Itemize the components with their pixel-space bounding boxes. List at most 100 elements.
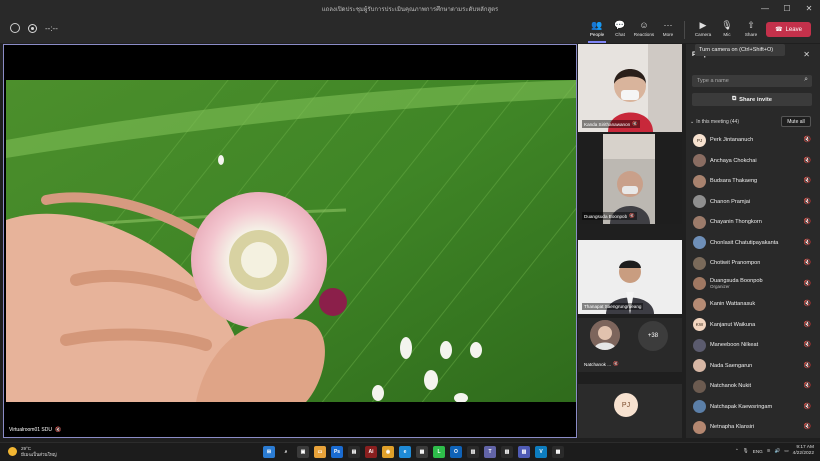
outlook-icon[interactable]: O (450, 446, 462, 458)
participant-row[interactable]: Duangsuda Boonpob Organizer 🔇 (686, 274, 820, 295)
participant-name: Chayanin Thongkorn (710, 219, 762, 226)
participant-row[interactable]: PJ Perk Jintananuch 🔇 (686, 130, 820, 151)
task-view-icon[interactable]: ▣ (297, 446, 309, 458)
more-participants-button[interactable]: +38 (638, 321, 668, 351)
chrome-icon[interactable]: ◉ (382, 446, 394, 458)
weather-widget[interactable]: 29°C มีเมฆเป็นส่วนใหญ่ (8, 446, 57, 457)
app-icon[interactable]: ▨ (518, 446, 530, 458)
record-icon (28, 23, 37, 33)
language-indicator[interactable]: ENG (753, 449, 763, 454)
video-tile[interactable]: Duangsuda Boonpob 🔇 (578, 134, 682, 224)
share-invite-button[interactable]: ⧉ Share invite (692, 93, 812, 106)
mic-off-icon[interactable]: 🔇 (804, 403, 811, 410)
mic-off-icon[interactable]: 🔇 (804, 259, 811, 266)
mic-off-icon[interactable]: 🔇 (804, 177, 811, 184)
mic-off-icon[interactable]: 🔇 (804, 382, 811, 389)
participant-name-block: Kanjanut Waikuna (710, 322, 755, 328)
app-icon[interactable]: ▩ (552, 446, 564, 458)
self-view-tile[interactable]: PJ (578, 384, 682, 438)
mic-off-icon[interactable]: 🔇 (804, 321, 811, 328)
app-icon[interactable]: ▤ (348, 446, 360, 458)
camera-button[interactable]: ▶ Camera (690, 20, 716, 42)
avatar (693, 277, 706, 291)
mic-off-icon[interactable]: 🔇 (804, 218, 811, 225)
avatar: KW (693, 318, 706, 332)
file-explorer-icon[interactable]: ▭ (314, 446, 326, 458)
participant-row[interactable]: Natchapak Kaewsringam 🔇 (686, 397, 820, 418)
participant-row[interactable]: Chanon Pramjai 🔇 (686, 192, 820, 213)
reactions-icon: ☺ (639, 20, 649, 30)
line-icon[interactable]: L (433, 446, 445, 458)
main-video-stage[interactable]: Virtualroom01 SDU 🔇 (3, 44, 577, 438)
avatar (693, 256, 706, 270)
app-icon[interactable]: ▧ (501, 446, 513, 458)
more-button[interactable]: ··· More (655, 20, 681, 42)
illustrator-icon[interactable]: Ai (365, 446, 377, 458)
video-tile[interactable]: +38 Natchanok ... 🔇 (578, 318, 682, 372)
teams-icon[interactable]: T (484, 446, 496, 458)
participant-row[interactable]: Chotiwit Pranompon 🔇 (686, 253, 820, 274)
participant-row[interactable]: Chonlasit Chatutipayakanta 🔇 (686, 233, 820, 254)
minimize-button[interactable]: — (754, 0, 776, 17)
search-input[interactable]: Type a name ⌕ (692, 75, 812, 87)
wifi-icon[interactable]: ≋ (767, 448, 771, 454)
participant-row[interactable]: Chayanin Thongkorn 🔇 (686, 212, 820, 233)
participant-name-block: Chonlasit Chatutipayakanta (710, 240, 778, 246)
edge-icon[interactable]: e (399, 446, 411, 458)
shield-icon[interactable] (10, 23, 20, 33)
close-window-button[interactable]: ✕ (798, 0, 820, 17)
maximize-button[interactable]: ☐ (776, 0, 798, 17)
start-icon[interactable]: ⊞ (263, 446, 275, 458)
participant-row[interactable]: Netnapha Klansiri 🔇 (686, 417, 820, 438)
tile-name: Kanda Sirithanawanon 🔇 (582, 120, 640, 128)
close-icon[interactable]: ✕ (803, 50, 810, 59)
mute-all-button[interactable]: Mute all (781, 116, 811, 127)
mic-off-icon[interactable]: 🔇 (804, 198, 811, 205)
participant-row[interactable]: Maneeboon Nilkeat 🔇 (686, 335, 820, 356)
share-invite-label: Share invite (739, 96, 772, 103)
avatar (693, 379, 706, 393)
mic-off-icon[interactable]: 🔇 (804, 136, 811, 143)
participant-name-block: Perk Jintananuch (710, 137, 753, 143)
participant-row[interactable]: Nada Saengarun 🔇 (686, 356, 820, 377)
mic-button[interactable]: 🎙 Mic (714, 20, 740, 42)
mic-off-icon[interactable]: 🔇 (804, 341, 811, 348)
participant-row[interactable]: Kanin Wattanasuk 🔇 (686, 294, 820, 315)
participant-row[interactable]: Anchaya Chokchai 🔇 (686, 151, 820, 172)
mic-off-icon[interactable]: 🔇 (804, 300, 811, 307)
mic-off-icon[interactable]: 🔇 (804, 280, 811, 287)
chat-button[interactable]: 💬 Chat (607, 20, 633, 42)
app-icon[interactable]: V (535, 446, 547, 458)
main-video (6, 80, 576, 402)
participant-row[interactable]: KW Kanjanut Waikuna 🔇 (686, 315, 820, 336)
leave-button[interactable]: ☎ Leave (766, 22, 811, 37)
in-meeting-header[interactable]: ⌄ In this meeting (44) (690, 119, 739, 125)
mic-off-icon[interactable]: 🔇 (804, 239, 811, 246)
app-icon[interactable]: ▦ (416, 446, 428, 458)
mic-off-icon[interactable]: 🔇 (804, 362, 811, 369)
avatar (693, 236, 706, 250)
system-tray: ⌃ 🎙 ENG ≋ 🔊 ▭ 9:17 AM 4/22/2022 (735, 445, 814, 457)
people-icon: 👥 (591, 20, 603, 30)
mic-off-icon: 🔇 (54, 427, 62, 433)
avatar (693, 420, 706, 434)
search-icon[interactable]: ⌕ (280, 446, 292, 458)
photoshop-icon[interactable]: Ps (331, 446, 343, 458)
share-icon: ⇧ (747, 20, 755, 30)
reactions-button[interactable]: ☺ Reactions (631, 20, 657, 42)
battery-icon[interactable]: ▭ (784, 448, 788, 454)
mic-off-icon[interactable]: 🔇 (804, 423, 811, 430)
participant-row[interactable]: Natchanok Nukit 🔇 (686, 376, 820, 397)
camera-tooltip: Turn camera on (Ctrl+Shift+O) (695, 44, 785, 56)
participant-row[interactable]: Budsara Thakaeng 🔇 (686, 171, 820, 192)
participant-name-block: Budsara Thakaeng (710, 178, 757, 184)
chevron-up-icon[interactable]: ⌃ (735, 448, 739, 454)
video-tile[interactable]: Kanda Sirithanawanon 🔇 (578, 44, 682, 132)
clock[interactable]: 9:17 AM 4/22/2022 (793, 445, 814, 457)
mic-off-icon[interactable]: 🔇 (804, 157, 811, 164)
share-button[interactable]: ⇧ Share (738, 20, 764, 42)
video-tile[interactable]: Thanapat Saengrungrueang (578, 240, 682, 314)
mic-icon[interactable]: 🎙 (743, 448, 749, 454)
app-icon[interactable]: ▥ (467, 446, 479, 458)
volume-icon[interactable]: 🔊 (775, 448, 781, 454)
